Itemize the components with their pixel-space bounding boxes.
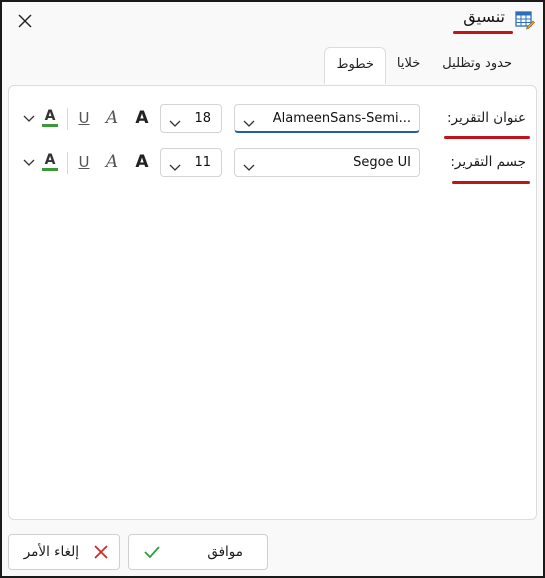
italic-icon: A bbox=[105, 152, 119, 172]
italic-button[interactable]: A bbox=[100, 106, 124, 130]
ok-button[interactable]: موافق bbox=[128, 534, 268, 570]
chevron-down-icon bbox=[23, 159, 35, 166]
report-title-row: عنوان التقرير: AlameenSans-Semi... 18 A … bbox=[9, 104, 536, 139]
report-title-label: عنوان التقرير: bbox=[446, 110, 526, 126]
font-color-dropdown[interactable] bbox=[20, 150, 38, 174]
font-select-value: AlameenSans-Semi... bbox=[272, 111, 411, 126]
report-body-font-select[interactable]: Segoe UI bbox=[234, 148, 420, 177]
toolbar-divider bbox=[67, 108, 68, 130]
size-select-value: 18 bbox=[194, 111, 211, 126]
size-select-value: 11 bbox=[194, 155, 211, 170]
italic-button[interactable]: A bbox=[100, 150, 124, 174]
font-color-icon: A bbox=[42, 109, 58, 127]
font-select-value: Segoe UI bbox=[353, 155, 411, 170]
chevron-down-icon bbox=[243, 113, 255, 132]
underline-icon: U bbox=[78, 153, 90, 171]
report-body-size-select[interactable]: 11 bbox=[160, 148, 222, 177]
underline-button[interactable]: U bbox=[72, 106, 96, 130]
tab-fonts[interactable]: خطوط bbox=[324, 47, 386, 84]
underline-icon: U bbox=[78, 109, 90, 127]
title-underline bbox=[453, 31, 513, 34]
report-body-row: جسم التقرير: Segoe UI 11 A A U A bbox=[9, 148, 536, 184]
chevron-down-icon bbox=[243, 157, 255, 176]
tab-cells[interactable]: خلايا bbox=[386, 47, 431, 84]
check-icon bbox=[143, 544, 161, 564]
font-color-icon: A bbox=[42, 153, 58, 171]
report-body-underline bbox=[452, 181, 530, 184]
font-color-dropdown[interactable] bbox=[20, 106, 38, 130]
ok-button-label: موافق bbox=[207, 544, 243, 560]
report-title-size-select[interactable]: 18 bbox=[160, 104, 222, 133]
report-title-underline bbox=[444, 136, 530, 139]
table-edit-icon bbox=[515, 10, 535, 30]
font-color-button[interactable]: A bbox=[38, 150, 62, 174]
close-icon bbox=[18, 14, 32, 28]
x-icon bbox=[93, 544, 109, 564]
chevron-down-icon bbox=[169, 157, 181, 176]
font-color-button[interactable]: A bbox=[38, 106, 62, 130]
italic-icon: A bbox=[105, 108, 119, 128]
chevron-down-icon bbox=[23, 115, 35, 122]
bold-button[interactable]: A bbox=[130, 150, 154, 174]
cancel-button[interactable]: إلغاء الأمر bbox=[8, 534, 120, 570]
report-title-font-select[interactable]: AlameenSans-Semi... bbox=[234, 104, 420, 133]
fonts-panel: عنوان التقرير: AlameenSans-Semi... 18 A … bbox=[8, 85, 537, 520]
dialog-title: تنسيق bbox=[463, 7, 505, 26]
tab-borders-shading[interactable]: حدود وتظليل bbox=[431, 47, 523, 84]
cancel-button-label: إلغاء الأمر bbox=[23, 544, 79, 560]
tab-strip: خطوط خلايا حدود وتظليل bbox=[324, 47, 523, 84]
bold-button[interactable]: A bbox=[130, 106, 154, 130]
close-button[interactable] bbox=[14, 10, 36, 32]
chevron-down-icon bbox=[169, 113, 181, 132]
bold-icon: A bbox=[135, 152, 149, 172]
format-dialog: تنسيق خطوط خلايا حدود وتظليل عنوان التقر… bbox=[0, 0, 545, 578]
toolbar-divider bbox=[67, 152, 68, 174]
bold-icon: A bbox=[135, 108, 149, 128]
report-body-label: جسم التقرير: bbox=[450, 154, 526, 170]
underline-button[interactable]: U bbox=[72, 150, 96, 174]
